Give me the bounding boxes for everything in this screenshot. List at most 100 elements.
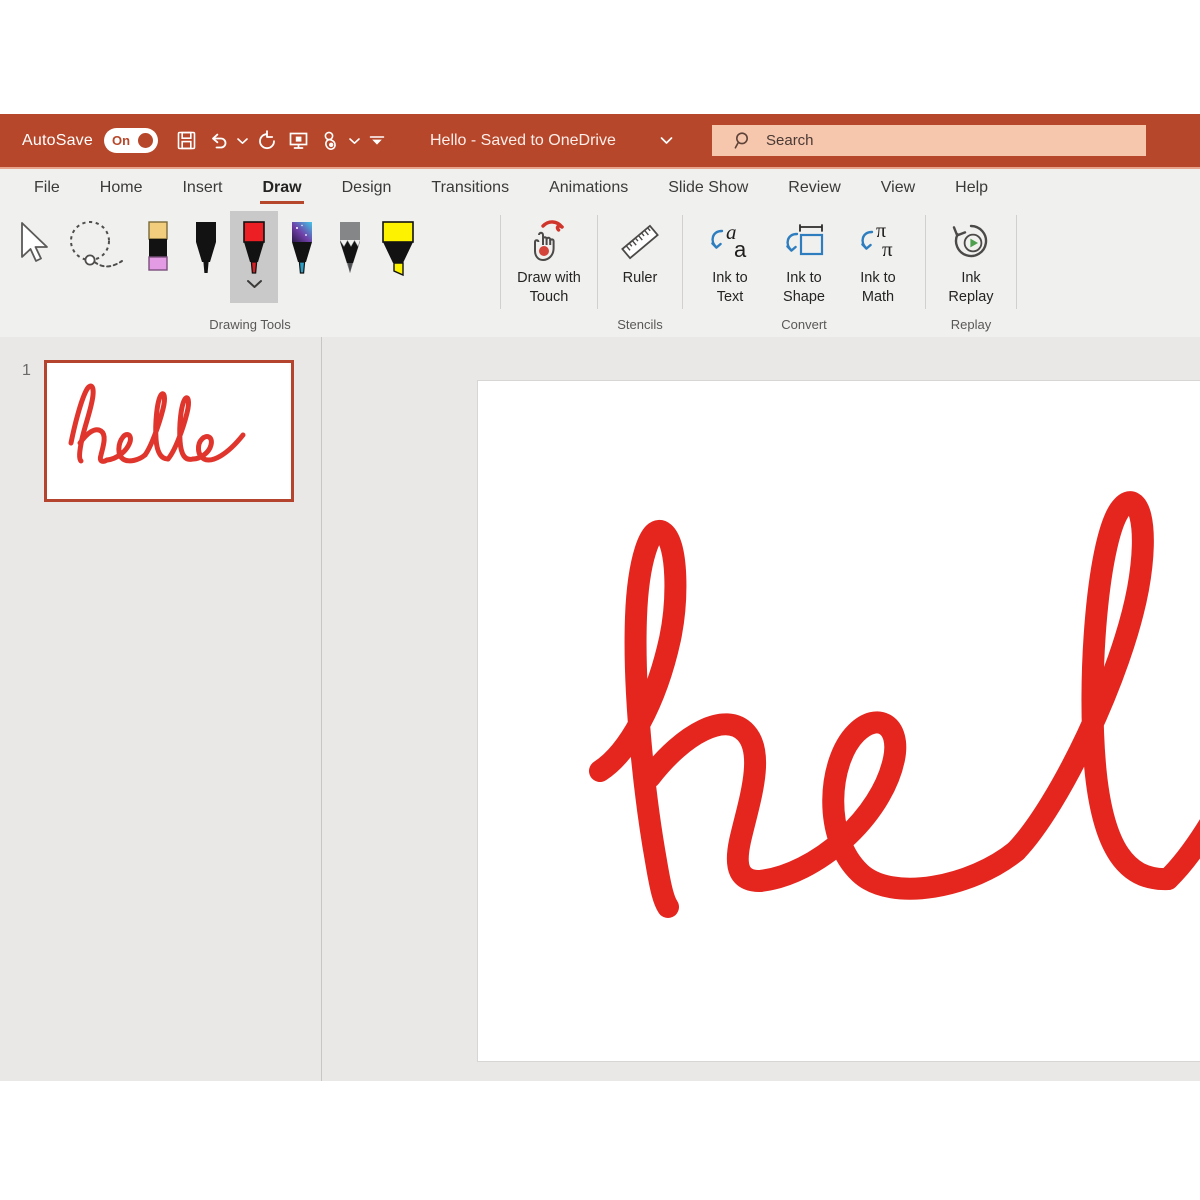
draw-with-touch-button[interactable]: Draw with Touch xyxy=(506,211,592,307)
pen-red-dropdown[interactable] xyxy=(230,279,278,289)
touch-mouse-mode-button[interactable] xyxy=(316,124,346,158)
search-icon xyxy=(734,131,753,150)
drawing-tools-group-label: Drawing Tools xyxy=(0,315,500,339)
tab-animations[interactable]: Animations xyxy=(529,169,648,207)
tab-review[interactable]: Review xyxy=(768,169,860,207)
save-icon xyxy=(176,130,197,151)
pen-black-icon xyxy=(189,219,223,281)
chevron-down-icon xyxy=(237,137,248,145)
ink-to-shape-label-line2: Shape xyxy=(783,288,825,307)
ink-to-text-icon: a a xyxy=(704,217,756,267)
chevron-down-icon xyxy=(349,137,360,145)
pen-galaxy-tool[interactable] xyxy=(278,211,326,303)
pen-black-tool[interactable] xyxy=(182,211,230,303)
svg-text:a: a xyxy=(734,237,747,262)
autosave-label: AutoSave xyxy=(22,132,93,150)
svg-text:π: π xyxy=(882,237,893,261)
thumbnail-ink-hello xyxy=(47,363,291,499)
draw-with-touch-icon xyxy=(526,217,572,267)
customize-toolbar-icon xyxy=(369,135,385,147)
eraser-tool[interactable] xyxy=(134,211,182,303)
tab-file[interactable]: File xyxy=(14,169,80,207)
lasso-select-icon xyxy=(60,219,132,271)
save-button[interactable] xyxy=(172,124,202,158)
slide-canvas[interactable] xyxy=(477,380,1200,1062)
slide-editor-pane[interactable] xyxy=(322,337,1200,1081)
pencil-tool[interactable] xyxy=(326,211,374,303)
highlighter-tool[interactable] xyxy=(374,211,422,303)
tab-help[interactable]: Help xyxy=(935,169,1008,207)
stencils-group: Ruler Stencils xyxy=(598,207,682,339)
ink-to-text-label-line2: Text xyxy=(717,288,744,307)
ink-to-math-label-line1: Ink to xyxy=(860,269,895,288)
ruler-label: Ruler xyxy=(623,269,658,288)
slide-thumbnail-row: 1 xyxy=(22,360,294,502)
convert-group: a a Ink to Text xyxy=(683,207,925,339)
lasso-select-tool[interactable] xyxy=(58,211,134,303)
customize-qat-button[interactable] xyxy=(364,124,390,158)
ribbon: Drawing Tools xyxy=(0,207,1200,340)
search-box[interactable]: Search xyxy=(712,125,1146,156)
draw-with-touch-group: Draw with Touch xyxy=(501,207,597,339)
start-presentation-button[interactable] xyxy=(284,124,314,158)
undo-icon xyxy=(208,130,230,152)
ribbon-group-separator xyxy=(1016,215,1017,309)
redo-icon xyxy=(256,130,278,152)
pen-red-tool[interactable] xyxy=(230,211,278,303)
highlighter-yellow-icon xyxy=(378,219,418,281)
document-title-dropdown[interactable] xyxy=(660,136,673,145)
ink-to-shape-icon xyxy=(778,217,830,267)
draw-with-touch-group-label xyxy=(501,315,597,339)
drawing-tools-group: Drawing Tools xyxy=(0,207,500,339)
chevron-down-icon xyxy=(246,279,263,289)
ink-to-text-button[interactable]: a a Ink to Text xyxy=(693,211,767,307)
slide-ink-hello xyxy=(478,381,1200,1061)
search-placeholder: Search xyxy=(766,132,814,149)
ruler-icon xyxy=(616,217,664,267)
tab-draw[interactable]: Draw xyxy=(242,169,321,207)
autosave-toggle[interactable]: On xyxy=(104,128,158,153)
quick-access-toolbar xyxy=(172,124,390,158)
pointer-icon xyxy=(14,219,54,267)
title-bar: AutoSave On xyxy=(0,114,1200,167)
tab-design[interactable]: Design xyxy=(322,169,412,207)
tab-transitions[interactable]: Transitions xyxy=(411,169,529,207)
ink-to-math-button[interactable]: π π Ink to Math xyxy=(841,211,915,307)
stencils-group-label: Stencils xyxy=(598,315,682,339)
ink-replay-label-line2: Replay xyxy=(948,288,993,307)
slide-thumbnail-pane[interactable]: 1 xyxy=(0,337,322,1081)
replay-group: Ink Replay Replay xyxy=(926,207,1016,339)
autosave-state-label: On xyxy=(112,133,130,148)
pencil-icon xyxy=(333,219,367,281)
undo-button[interactable] xyxy=(204,124,234,158)
pen-red-icon xyxy=(237,219,271,281)
slide-thumbnail-1[interactable] xyxy=(44,360,294,502)
ink-replay-button[interactable]: Ink Replay xyxy=(936,211,1006,307)
touch-mode-dropdown[interactable] xyxy=(348,124,362,158)
draw-with-touch-label-line1: Draw with xyxy=(517,269,581,288)
ink-to-math-label-line2: Math xyxy=(862,288,894,307)
tab-insert[interactable]: Insert xyxy=(162,169,242,207)
toggle-knob xyxy=(138,133,153,148)
slide-number-label: 1 xyxy=(22,360,44,380)
tab-slide-show[interactable]: Slide Show xyxy=(648,169,768,207)
ruler-button[interactable]: Ruler xyxy=(605,211,675,288)
redo-button[interactable] xyxy=(252,124,282,158)
ink-replay-label-line1: Ink xyxy=(961,269,980,288)
tab-view[interactable]: View xyxy=(861,169,935,207)
undo-dropdown[interactable] xyxy=(236,124,250,158)
ribbon-tabs: File Home Insert Draw Design Transitions… xyxy=(0,167,1200,207)
ink-to-shape-label-line1: Ink to xyxy=(786,269,821,288)
present-icon xyxy=(288,130,309,151)
ink-replay-icon xyxy=(948,217,994,267)
pen-galaxy-icon xyxy=(285,219,319,281)
powerpoint-window: AutoSave On xyxy=(0,114,1200,1081)
ink-to-text-label-line1: Ink to xyxy=(712,269,747,288)
eraser-icon xyxy=(144,219,172,277)
select-tool[interactable] xyxy=(10,211,58,303)
tab-home[interactable]: Home xyxy=(80,169,163,207)
draw-with-touch-label-line2: Touch xyxy=(530,288,569,307)
ink-to-math-icon: π π xyxy=(852,217,904,267)
replay-group-label: Replay xyxy=(926,315,1016,339)
ink-to-shape-button[interactable]: Ink to Shape xyxy=(767,211,841,307)
